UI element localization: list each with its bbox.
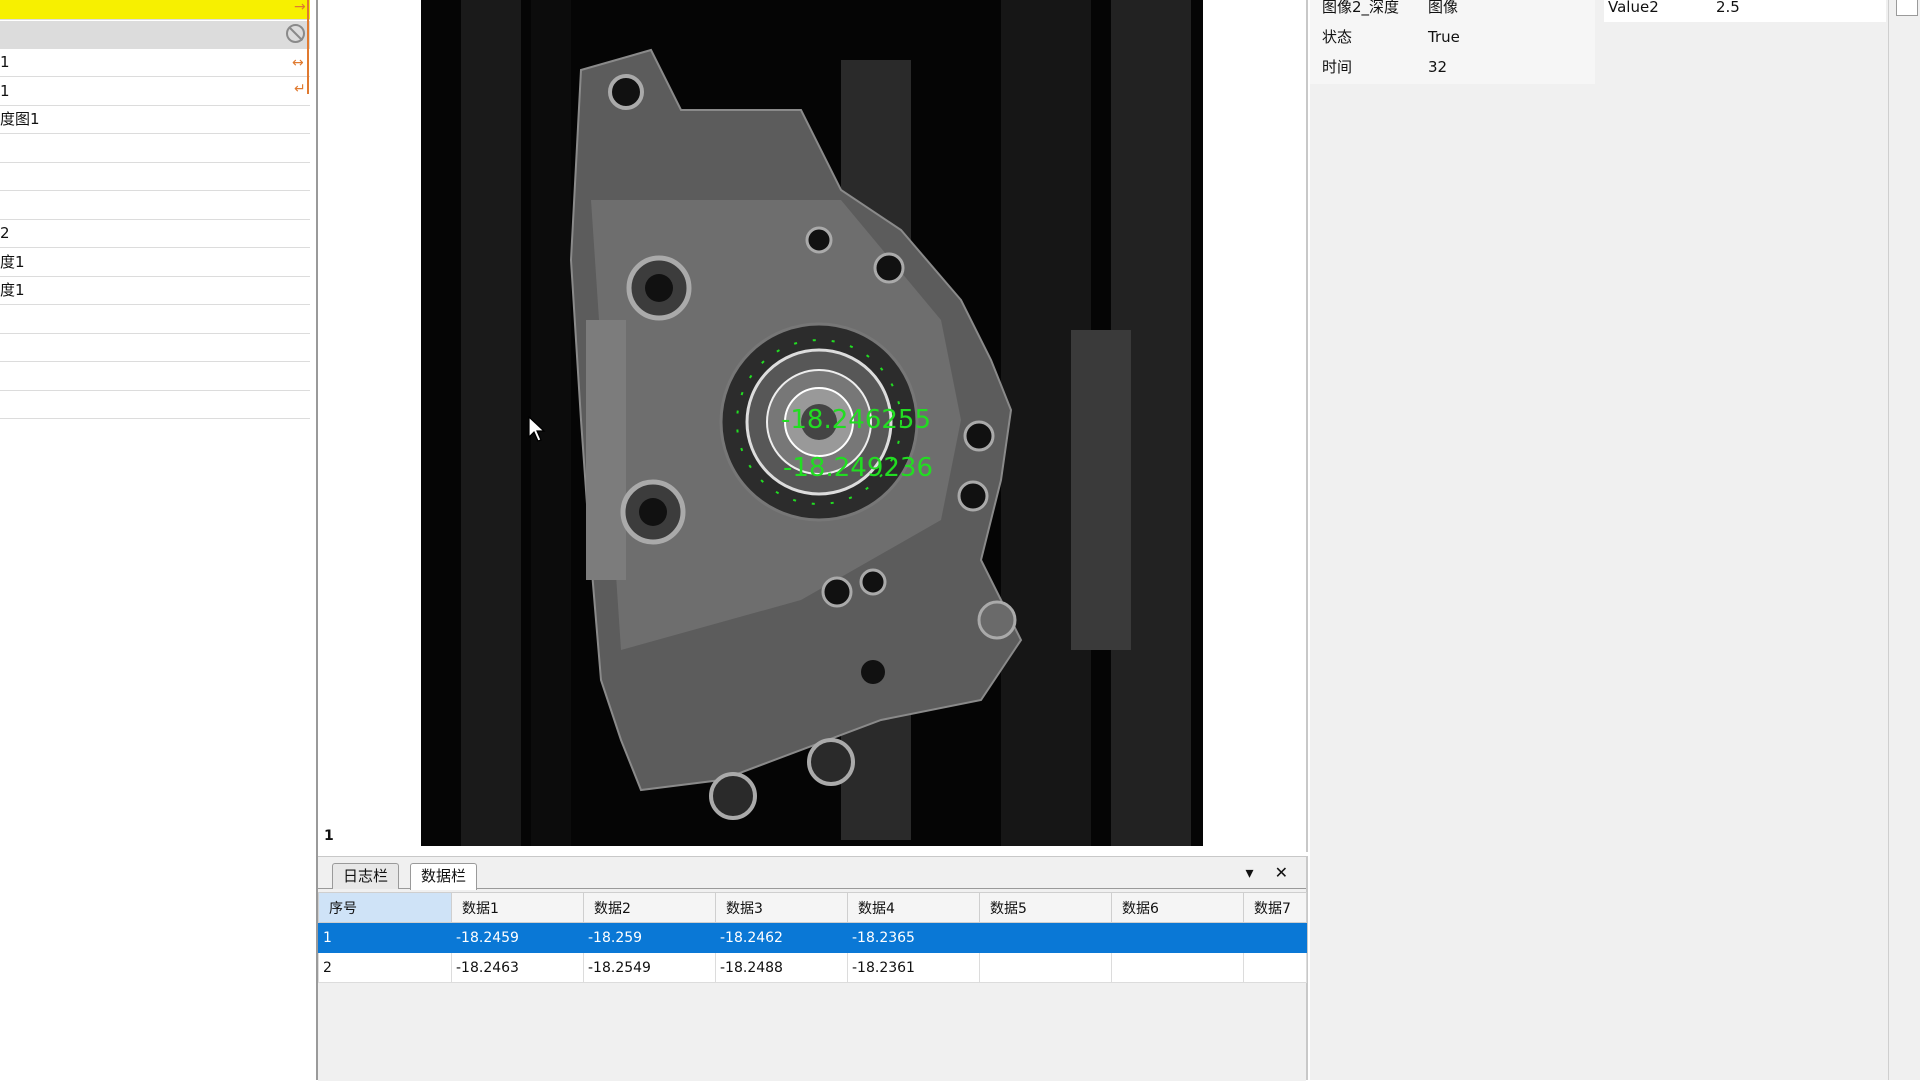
panel-tab-strip: 日志栏 数据栏 ▾ ✕ bbox=[318, 857, 1306, 890]
property-key: 时间 bbox=[1322, 58, 1353, 76]
image-view[interactable]: -18.246255 -18.249236 1 bbox=[318, 0, 1308, 852]
property-key: 状态 bbox=[1322, 28, 1353, 46]
chevron-down-icon[interactable]: ▾ bbox=[1245, 863, 1261, 882]
property-key: Value2 bbox=[1608, 0, 1659, 16]
column-header[interactable]: 数据5 bbox=[979, 892, 1112, 923]
arrow-right-icon: → bbox=[294, 0, 306, 15]
close-icon[interactable]: ✕ bbox=[1275, 863, 1296, 882]
flow-item[interactable]: 度1 bbox=[0, 249, 310, 277]
table-row[interactable]: 2 -18.2463 -18.2549 -18.2488 -18.2361 bbox=[318, 952, 1307, 983]
table-cell[interactable]: -18.2365 bbox=[847, 922, 980, 953]
disabled-circle-icon[interactable] bbox=[286, 24, 305, 43]
table-cell[interactable]: -18.259 bbox=[583, 922, 716, 953]
property-row[interactable]: Value2 2.5 bbox=[1604, 0, 1889, 21]
table-cell[interactable]: 1 bbox=[318, 922, 452, 953]
property-row[interactable]: 图像2_深度 图像 bbox=[1310, 0, 1595, 21]
tab-log[interactable]: 日志栏 bbox=[332, 863, 400, 889]
property-value: True bbox=[1428, 28, 1460, 46]
flow-item[interactable] bbox=[0, 391, 310, 419]
data-table: 序号 数据1 数据2 数据3 数据4 数据5 数据6 数据7 1 -18.2459 -18.259… bbox=[318, 892, 1307, 983]
flow-item[interactable]: 1 bbox=[0, 49, 310, 77]
table-row[interactable]: 1 -18.2459 -18.259 -18.2462 -18.2365 bbox=[318, 922, 1307, 953]
column-header[interactable]: 序号 bbox=[318, 892, 452, 923]
table-cell[interactable] bbox=[1243, 952, 1307, 983]
table-header-row: 序号 数据1 数据2 数据3 数据4 数据5 数据6 数据7 bbox=[318, 892, 1307, 923]
properties-panel-2: Value2 2.5 bbox=[1604, 0, 1886, 22]
flow-item[interactable] bbox=[0, 0, 310, 20]
arrow-left-icon: ↔ bbox=[292, 55, 304, 71]
flow-item[interactable]: 度图1 bbox=[0, 106, 310, 134]
flow-item[interactable] bbox=[0, 20, 310, 49]
property-row[interactable]: 状态 True bbox=[1310, 23, 1595, 51]
properties-panel: 图像2_深度 图像状态 True 时间 32 bbox=[1310, 0, 1595, 84]
data-grid[interactable]: 序号 数据1 数据2 数据3 数据4 数据5 数据6 数据7 1 -18.2459 -18.259… bbox=[318, 892, 1307, 1081]
column-header[interactable]: 数据6 bbox=[1111, 892, 1244, 923]
flow-item[interactable] bbox=[0, 192, 310, 220]
flow-item[interactable] bbox=[0, 306, 310, 334]
table-cell[interactable]: 2 bbox=[318, 952, 452, 983]
table-cell[interactable] bbox=[979, 922, 1112, 953]
property-value: 2.5 bbox=[1716, 0, 1740, 16]
measurement-overlay-1: -18.246255 bbox=[781, 405, 931, 435]
table-cell[interactable]: -18.2549 bbox=[583, 952, 716, 983]
flow-item[interactable]: 1 bbox=[0, 78, 310, 106]
table-cell[interactable] bbox=[1111, 922, 1244, 953]
table-cell[interactable] bbox=[1243, 922, 1307, 953]
flow-item[interactable]: 度1 bbox=[0, 277, 310, 305]
data-panel: 日志栏 数据栏 ▾ ✕ 序号 数据1 数据2 数据3 数据4 数据5 数据6 数据7 1 -18… bbox=[318, 856, 1308, 1081]
table-cell[interactable]: -18.2462 bbox=[715, 922, 848, 953]
table-cell[interactable] bbox=[979, 952, 1112, 983]
column-header[interactable]: 数据7 bbox=[1243, 892, 1307, 923]
scrollbar[interactable] bbox=[1888, 0, 1920, 1080]
column-header[interactable]: 数据1 bbox=[451, 892, 584, 923]
flow-item[interactable] bbox=[0, 334, 310, 362]
flow-item[interactable] bbox=[0, 135, 310, 163]
property-row[interactable]: 时间 32 bbox=[1310, 53, 1595, 81]
tab-data[interactable]: 数据栏 bbox=[410, 863, 478, 890]
flow-item[interactable] bbox=[0, 363, 310, 391]
property-value: 图像 bbox=[1428, 0, 1459, 16]
column-header[interactable]: 数据4 bbox=[847, 892, 980, 923]
view-index-label: 1 bbox=[324, 828, 334, 844]
property-value: 32 bbox=[1428, 58, 1448, 76]
flow-item[interactable] bbox=[0, 163, 310, 191]
measurement-overlay-2: -18.249236 bbox=[783, 453, 933, 483]
panel-controls: ▾ ✕ bbox=[1245, 863, 1296, 882]
table-cell[interactable]: -18.2488 bbox=[715, 952, 848, 983]
flow-list-panel: 1 1 度图1 2 度1 度1 → ↔ ↵ bbox=[0, 0, 318, 1080]
mouse-cursor-icon bbox=[528, 416, 546, 442]
property-key: 图像2_深度 bbox=[1322, 0, 1400, 16]
table-cell[interactable]: -18.2361 bbox=[847, 952, 980, 983]
table-cell[interactable]: -18.2459 bbox=[451, 922, 584, 953]
table-cell[interactable]: -18.2463 bbox=[451, 952, 584, 983]
arrow-return-icon: ↵ bbox=[294, 81, 306, 97]
properties-area bbox=[1310, 0, 1920, 1080]
scroll-up-button[interactable] bbox=[1896, 0, 1918, 16]
column-header[interactable]: 数据3 bbox=[715, 892, 848, 923]
column-header[interactable]: 数据2 bbox=[583, 892, 716, 923]
table-cell[interactable] bbox=[1111, 952, 1244, 983]
flow-item[interactable]: 2 bbox=[0, 220, 310, 248]
